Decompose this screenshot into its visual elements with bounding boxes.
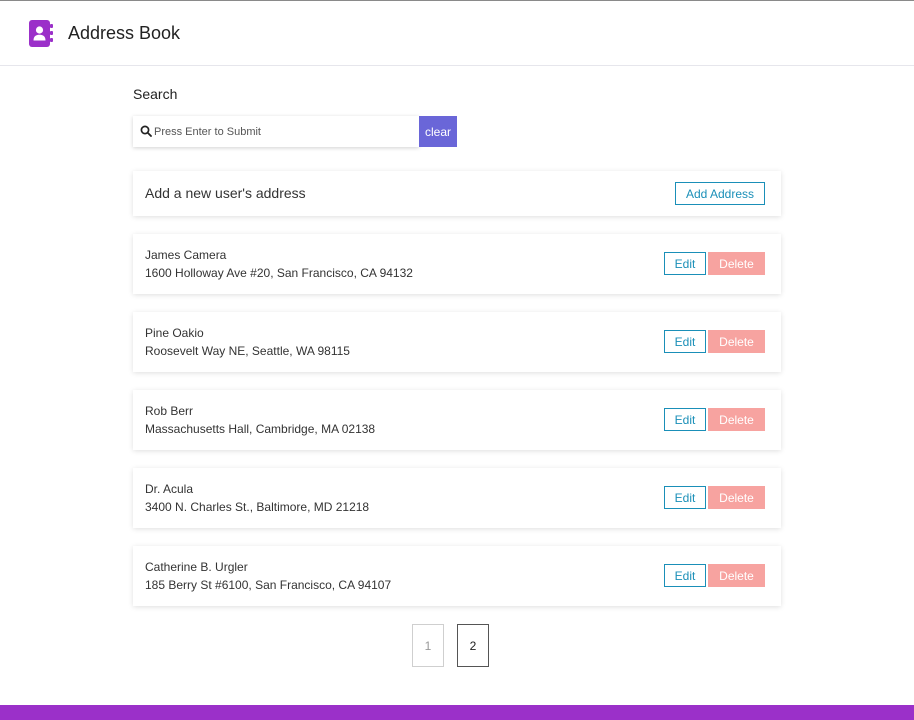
contact-address: Massachusetts Hall, Cambridge, MA 02138 — [145, 422, 376, 436]
pagination-page-1[interactable]: 1 — [412, 624, 444, 667]
contact-address: 185 Berry St #6100, San Francisco, CA 94… — [145, 578, 392, 592]
contact-card: Catherine B. Urgler 185 Berry St #6100, … — [133, 546, 781, 606]
contact-address: Roosevelt Way NE, Seattle, WA 98115 — [145, 344, 350, 358]
pagination-page-2-current[interactable]: 2 — [457, 624, 489, 667]
delete-button[interactable]: Delete — [708, 252, 765, 275]
app-title: Address Book — [68, 23, 181, 43]
contact-card: Rob Berr Massachusetts Hall, Cambridge, … — [133, 390, 781, 450]
app-header: Address Book — [0, 1, 914, 66]
delete-button[interactable]: Delete — [708, 486, 765, 509]
search-label: Search — [133, 86, 178, 102]
search-box — [133, 116, 419, 147]
edit-button[interactable]: Edit — [664, 330, 706, 353]
contact-address: 1600 Holloway Ave #20, San Francisco, CA… — [145, 266, 413, 280]
edit-button[interactable]: Edit — [664, 252, 706, 275]
footer-bar — [0, 705, 914, 720]
search-icon — [140, 125, 152, 137]
contact-name: James Camera — [145, 248, 227, 262]
contact-card: James Camera 1600 Holloway Ave #20, San … — [133, 234, 781, 294]
contact-name: Catherine B. Urgler — [145, 560, 248, 574]
add-address-text: Add a new user's address — [145, 185, 306, 201]
contact-name: Dr. Acula — [145, 482, 194, 496]
edit-button[interactable]: Edit — [664, 408, 706, 431]
contact-card: Dr. Acula 3400 N. Charles St., Baltimore… — [133, 468, 781, 528]
add-address-card: Add a new user's address Add Address — [133, 171, 781, 216]
contact-card: Pine Oakio Roosevelt Way NE, Seattle, WA… — [133, 312, 781, 372]
edit-button[interactable]: Edit — [664, 564, 706, 587]
delete-button[interactable]: Delete — [708, 408, 765, 431]
delete-button[interactable]: Delete — [708, 330, 765, 353]
contact-address: 3400 N. Charles St., Baltimore, MD 21218 — [145, 500, 370, 514]
clear-button[interactable]: clear — [419, 116, 457, 147]
contact-name: Rob Berr — [145, 404, 194, 418]
delete-button[interactable]: Delete — [708, 564, 765, 587]
search-input[interactable] — [154, 116, 416, 147]
add-address-button[interactable]: Add Address — [675, 182, 765, 205]
edit-button[interactable]: Edit — [664, 486, 706, 509]
contact-name: Pine Oakio — [145, 326, 204, 340]
address-book-icon — [29, 20, 53, 47]
